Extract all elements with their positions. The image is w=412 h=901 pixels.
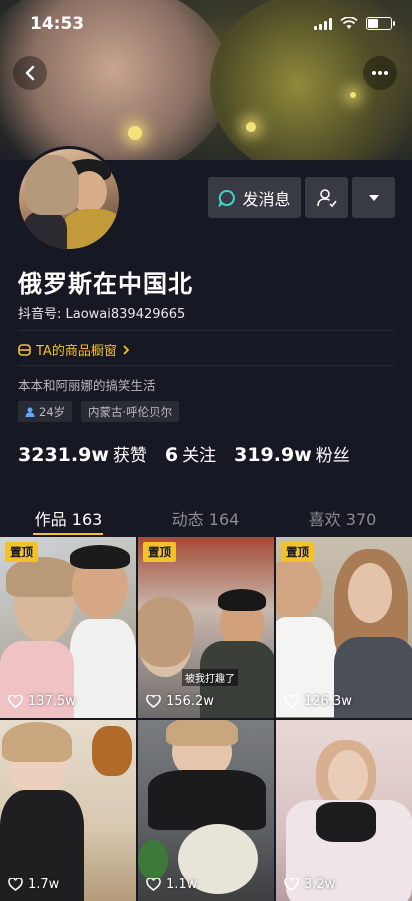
follow-status-button[interactable] [305, 177, 348, 218]
video-caption: 被我打趣了 [182, 669, 238, 686]
heart-icon [8, 695, 23, 708]
banner-sparkle [350, 92, 356, 98]
video-likes: 1.1w [146, 877, 197, 892]
pinned-badge: 置顶 [5, 542, 38, 562]
chat-bubble-icon [218, 189, 236, 207]
location-tag-label: 内蒙古·呼伦贝尔 [88, 404, 173, 419]
age-tag-label: 24岁 [39, 404, 66, 419]
heart-icon [8, 878, 23, 891]
video-likes: 156.2w [146, 694, 214, 709]
active-tab-indicator [33, 533, 103, 535]
video-thumbnail[interactable]: 3.2w [276, 720, 412, 901]
divider [18, 365, 394, 366]
wifi-icon [340, 17, 358, 30]
banner-sparkle [128, 126, 142, 140]
status-time: 14:53 [30, 14, 85, 34]
more-options-button[interactable] [363, 56, 397, 90]
tab-works[interactable]: 作品 163 [0, 506, 137, 530]
shop-window-label: TA的商品橱窗 [36, 344, 117, 359]
video-thumbnail[interactable]: 1.1w [138, 720, 274, 901]
douyin-id: 抖音号: Laowai839429665 [18, 307, 186, 322]
banner-sparkle [246, 122, 256, 132]
shop-window-link[interactable]: TA的商品橱窗 [18, 340, 130, 359]
battery-icon [366, 17, 395, 30]
pinned-badge: 置顶 [281, 542, 314, 562]
age-tag: 24岁 [18, 401, 73, 422]
status-bar: 14:53 [0, 0, 412, 48]
user-check-icon [316, 188, 337, 207]
location-tag: 内蒙古·呼伦贝尔 [81, 401, 180, 422]
chevron-left-icon [25, 65, 35, 81]
person-icon [25, 407, 35, 417]
heart-icon [146, 878, 161, 891]
profile-bio: 本本和阿丽娜的搞笑生活 [18, 378, 156, 393]
heart-icon [146, 695, 161, 708]
profile-stats: 3231.9w 获赞 6 关注 319.9w 粉丝 [18, 441, 350, 466]
shop-icon [18, 343, 31, 356]
back-button[interactable] [13, 56, 47, 90]
profile-name: 俄罗斯在中国北 [18, 270, 193, 298]
recommend-dropdown-button[interactable] [352, 177, 395, 218]
video-likes: 126.3w [284, 694, 352, 709]
chevron-right-icon [123, 344, 130, 355]
tab-moments[interactable]: 动态 164 [137, 506, 274, 530]
pinned-badge: 置顶 [143, 542, 176, 562]
heart-icon [284, 878, 299, 891]
likes-stat: 3231.9w 获赞 [18, 444, 147, 466]
avatar[interactable] [16, 146, 122, 252]
send-message-label: 发消息 [242, 189, 291, 209]
video-likes: 1.7w [8, 877, 59, 892]
ellipsis-icon [372, 71, 388, 75]
video-thumbnail[interactable]: 置顶 137.5w [0, 537, 136, 718]
signal-icon [314, 17, 332, 30]
video-likes: 3.2w [284, 877, 335, 892]
video-likes: 137.5w [8, 694, 76, 709]
content-tabs: 作品 163 动态 164 喜欢 370 [0, 498, 412, 534]
send-message-button[interactable]: 发消息 [208, 177, 301, 218]
following-stat[interactable]: 6 关注 [165, 441, 216, 466]
heart-icon [284, 695, 299, 708]
video-thumbnail[interactable]: 置顶 被我打趣了 156.2w [138, 537, 274, 718]
video-thumbnail[interactable]: 置顶 126.3w [276, 537, 412, 718]
divider [18, 330, 394, 331]
video-thumbnail[interactable]: 1.7w [0, 720, 136, 901]
chevron-down-icon [368, 194, 379, 201]
tab-liked[interactable]: 喜欢 370 [274, 506, 411, 530]
followers-stat[interactable]: 319.9w 粉丝 [234, 441, 350, 466]
